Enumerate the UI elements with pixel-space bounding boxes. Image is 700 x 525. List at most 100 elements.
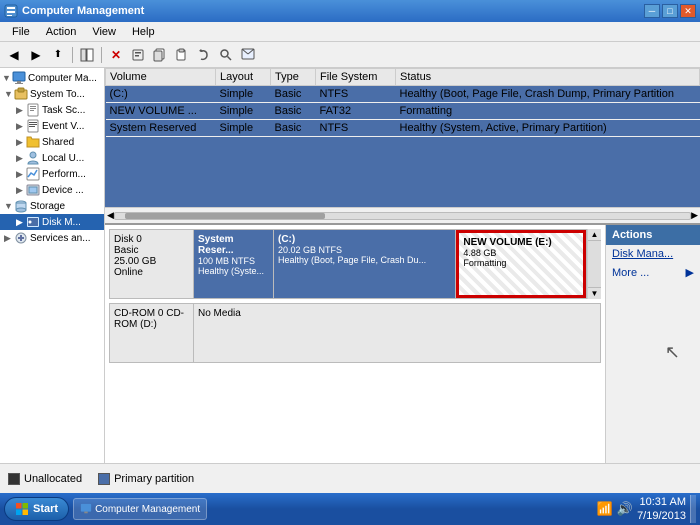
v-scroll-up[interactable]: ▲ — [588, 229, 601, 241]
h-scrollbar[interactable]: ◀ ▶ — [105, 207, 700, 223]
partition-c-status: Healthy (Boot, Page File, Crash Du... — [278, 255, 451, 265]
actions-header: Actions — [606, 225, 700, 245]
cell-volume: (C:) — [106, 86, 216, 103]
tree-item-taskscheduler[interactable]: ▶ Task Sc... — [0, 102, 104, 118]
tree-label-systemtools: System To... — [30, 89, 85, 100]
table-row[interactable]: NEW VOLUME ... Simple Basic FAT32 Format… — [106, 103, 700, 120]
cdrom0-label: CD-ROM 0 CD-ROM (D:) — [109, 303, 194, 363]
taskbar-app-computer-mgmt[interactable]: Computer Management — [73, 498, 207, 520]
cell-type: Basic — [271, 86, 316, 103]
system-clock: 10:31 AM 7/19/2013 — [637, 495, 686, 524]
event-icon — [26, 119, 40, 133]
cell-volume: System Reserved — [106, 120, 216, 137]
minimize-button[interactable]: ─ — [644, 4, 660, 18]
menu-file[interactable]: File — [4, 24, 38, 40]
partition-nv-size: 4.88 GB — [463, 248, 579, 258]
col-status[interactable]: Status — [396, 69, 700, 86]
tools-icon — [14, 87, 28, 101]
tree-item-devicemanager[interactable]: ▶ Device ... — [0, 182, 104, 198]
app-icon — [4, 4, 18, 18]
toolbar-sep2 — [101, 47, 102, 63]
app-window: Computer Management ─ □ ✕ File Action Vi… — [0, 0, 700, 493]
device-icon — [26, 183, 40, 197]
partition-newvolume[interactable]: NEW VOLUME (E:) 4.88 GB Formatting — [456, 230, 586, 298]
h-scrollbar-track[interactable] — [114, 212, 691, 220]
cursor-icon: ↖ — [665, 342, 680, 363]
toolbar-up[interactable]: ⬆ — [48, 45, 68, 65]
title-bar-left: Computer Management — [4, 4, 144, 18]
partition-c-name: (C:) — [278, 234, 451, 245]
col-type[interactable]: Type — [271, 69, 316, 86]
toolbar-delete[interactable]: ✕ — [106, 45, 126, 65]
expand-icon: ▼ — [2, 73, 12, 83]
tree-label-localusers: Local U... — [42, 153, 84, 164]
menu-action[interactable]: Action — [38, 24, 85, 40]
toolbar-show-hide[interactable] — [77, 45, 97, 65]
actions-empty: ↖ — [606, 282, 700, 382]
table-row[interactable]: (C:) Simple Basic NTFS Healthy (Boot, Pa… — [106, 86, 700, 103]
show-desktop-btn[interactable] — [690, 495, 696, 523]
tray-network-icon: 📶 — [597, 501, 613, 517]
partition-c[interactable]: (C:) 20.02 GB NTFS Healthy (Boot, Page F… — [274, 230, 456, 298]
taskbar-app-label: Computer Management — [95, 504, 200, 515]
partition-sysreserved[interactable]: System Reser... 100 MB NTFS Healthy (Sys… — [194, 230, 274, 298]
toolbar-copy[interactable] — [150, 45, 170, 65]
col-volume[interactable]: Volume — [106, 69, 216, 86]
toolbar-paste[interactable] — [172, 45, 192, 65]
menu-view[interactable]: View — [84, 24, 124, 40]
tree-item-systemtools[interactable]: ▼ System To... — [0, 86, 104, 102]
scroll-left-btn[interactable]: ◀ — [107, 210, 114, 221]
task-icon — [26, 103, 40, 117]
tree-item-computer[interactable]: ▼ Computer Ma... — [0, 70, 104, 86]
scroll-right-btn[interactable]: ▶ — [691, 210, 698, 221]
partition-sysreserved-name: System Reser... — [198, 234, 269, 256]
cdrom0-title: CD-ROM 0 — [114, 308, 163, 319]
partition-sysreserved-status: Healthy (Syste... — [198, 266, 269, 276]
taskbar-right: 📶 🔊 10:31 AM 7/19/2013 — [597, 495, 696, 524]
maximize-button[interactable]: □ — [662, 4, 678, 18]
more-chevron-icon: ▶ — [686, 266, 694, 279]
main-area: ▼ Computer Ma... ▼ System To... ▶ — [0, 68, 700, 463]
col-filesystem[interactable]: File System — [316, 69, 396, 86]
tray-sound-icon: 🔊 — [617, 501, 633, 517]
table-row[interactable]: System Reserved Simple Basic NTFS Health… — [106, 120, 700, 137]
tree-item-diskmgmt[interactable]: ▶ Disk M... — [0, 214, 104, 230]
table-scroll[interactable]: Volume Layout Type File System Status (C… — [105, 68, 700, 207]
cell-status: Healthy (System, Active, Primary Partiti… — [396, 120, 700, 137]
tree-item-localusers[interactable]: ▶ Local U... — [0, 150, 104, 166]
cell-status: Healthy (Boot, Page File, Crash Dump, Pr… — [396, 86, 700, 103]
cell-type: Basic — [271, 120, 316, 137]
action-more[interactable]: More ... ▶ — [606, 263, 700, 282]
tree-item-eventviewer[interactable]: ▶ Event V... — [0, 118, 104, 134]
toolbar-forward[interactable]: ▶ — [26, 45, 46, 65]
toolbar-search[interactable] — [216, 45, 236, 65]
v-scroll-down[interactable]: ▼ — [588, 287, 601, 299]
toolbar-back[interactable]: ◀ — [4, 45, 24, 65]
toolbar-undo[interactable] — [194, 45, 214, 65]
tree-item-storage[interactable]: ▼ Storage — [0, 198, 104, 214]
cell-layout: Simple — [216, 86, 271, 103]
expand-icon: ▶ — [16, 185, 26, 196]
tree-label-taskscheduler: Task Sc... — [42, 105, 85, 116]
toolbar: ◀ ▶ ⬆ ✕ — [0, 42, 700, 68]
tree-item-performance[interactable]: ▶ Perform... — [0, 166, 104, 182]
tree-label-shared: Shared — [42, 137, 74, 148]
volumes-table: Volume Layout Type File System Status (C… — [105, 68, 700, 137]
toolbar-help[interactable] — [238, 45, 258, 65]
toolbar-properties[interactable] — [128, 45, 148, 65]
start-button[interactable]: Start — [4, 497, 69, 521]
h-scrollbar-thumb[interactable] — [125, 213, 325, 219]
disk0-partitions: System Reser... 100 MB NTFS Healthy (Sys… — [194, 229, 587, 299]
tree-item-shared[interactable]: ▶ Shared — [0, 134, 104, 150]
col-layout[interactable]: Layout — [216, 69, 271, 86]
partition-c-size: 20.02 GB NTFS — [278, 245, 451, 255]
action-diskmana[interactable]: Disk Mana... — [606, 245, 700, 263]
close-button[interactable]: ✕ — [680, 4, 696, 18]
v-scroll-disk[interactable]: ▲ ▼ — [587, 229, 601, 299]
disk-visual-section: Disk 0 Basic 25.00 GB Online System Rese… — [105, 223, 700, 463]
menu-help[interactable]: Help — [124, 24, 163, 40]
tree-label-devicemanager: Device ... — [42, 185, 84, 196]
tree-label-performance: Perform... — [42, 169, 86, 180]
computer-icon — [12, 71, 26, 85]
tree-item-services[interactable]: ▶ Services an... — [0, 230, 104, 246]
